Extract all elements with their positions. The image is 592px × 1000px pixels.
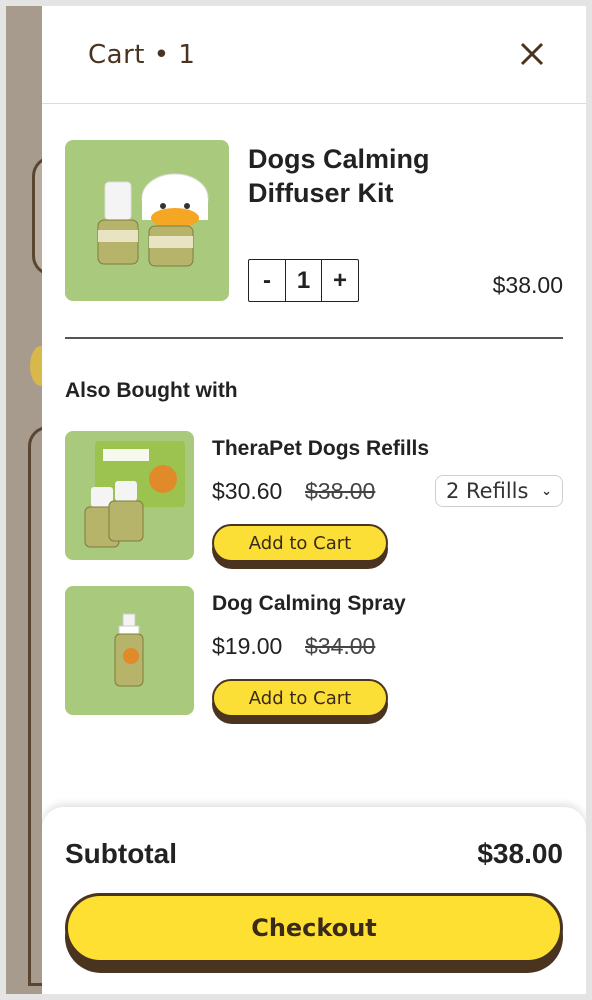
add-to-cart-button[interactable]: Add to Cart <box>212 524 389 569</box>
add-to-cart-button[interactable]: Add to Cart <box>212 679 389 724</box>
increase-quantity-button[interactable]: + <box>322 260 358 301</box>
quantity-value[interactable]: 1 <box>285 260 322 301</box>
item-price: $38.00 <box>492 272 563 298</box>
recommendation-name[interactable]: TheraPet Dogs Refills <box>212 437 429 461</box>
close-button[interactable] <box>518 40 546 68</box>
checkout-button[interactable]: Checkout <box>65 893 563 973</box>
cart-drawer: Cart • 1 Dogs Calming Diffuser Kit - 1 +… <box>42 6 586 994</box>
cart-header: Cart • 1 <box>42 6 586 104</box>
add-to-cart-label: Add to Cart <box>212 524 388 562</box>
recommendation-price: $19.00 <box>212 633 283 659</box>
refills-product-image[interactable] <box>65 431 194 560</box>
item-name[interactable]: Dogs Calming Diffuser Kit <box>248 142 488 210</box>
add-to-cart-label: Add to Cart <box>212 679 388 717</box>
quantity-stepper: - 1 + <box>248 259 359 302</box>
spray-product-image[interactable] <box>65 586 194 715</box>
subtotal-value: $38.00 <box>477 838 563 869</box>
decrease-quantity-button[interactable]: - <box>249 260 285 301</box>
recommendation-name[interactable]: Dog Calming Spray <box>212 592 406 616</box>
chevron-down-icon: ⌄ <box>541 483 552 499</box>
recommendation-price: $30.60 <box>212 478 283 504</box>
background-page <box>6 6 52 994</box>
subtotal-label: Subtotal <box>65 838 177 869</box>
close-icon <box>520 42 544 66</box>
selected-option: 2 Refills <box>446 479 529 503</box>
recommendation-item: Dog Calming Spray $19.00 $34.00 Add to C… <box>65 586 563 724</box>
recommendation-old-price: $38.00 <box>305 478 376 504</box>
cart-item: Dogs Calming Diffuser Kit - 1 + $38.00 <box>65 140 563 302</box>
checkout-label: Checkout <box>65 893 563 963</box>
divider <box>65 337 563 339</box>
diffuser-product-image[interactable] <box>65 140 229 301</box>
cart-title: Cart • 1 <box>88 40 196 70</box>
also-bought-title: Also Bought with <box>65 379 238 402</box>
recommendation-item: TheraPet Dogs Refills $30.60 $38.00 2 Re… <box>65 431 563 569</box>
refills-option-select[interactable]: 2 Refills ⌄ <box>435 475 563 507</box>
recommendation-old-price: $34.00 <box>305 633 376 659</box>
